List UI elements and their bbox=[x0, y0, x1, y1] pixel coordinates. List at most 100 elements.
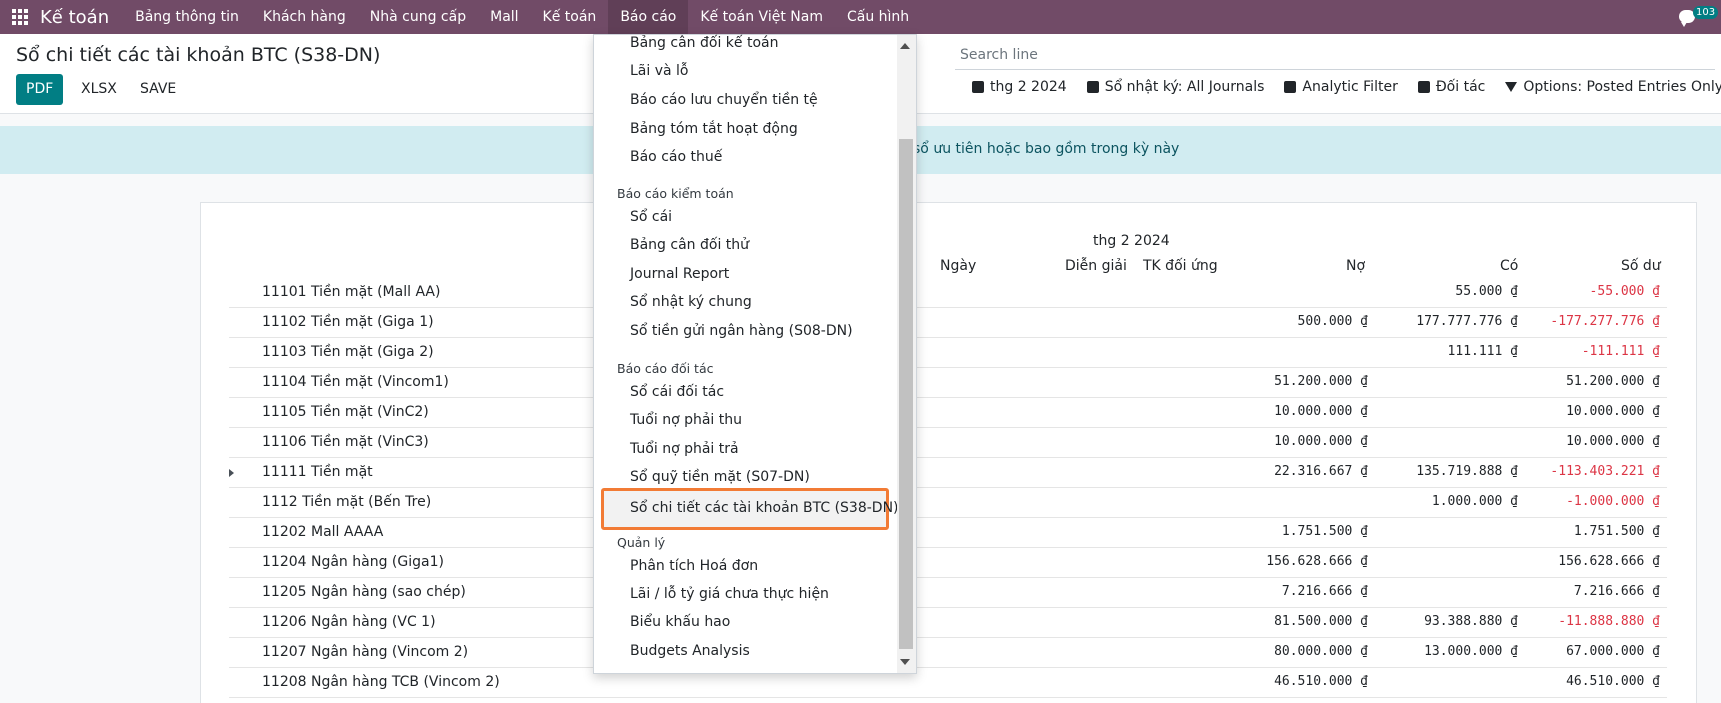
debit-cell: 81.500.000 ₫ bbox=[1274, 614, 1368, 629]
date-filter[interactable]: thg 2 2024 bbox=[972, 79, 1067, 95]
balance-cell: -1.000.000 ₫ bbox=[1566, 494, 1660, 509]
account-label: 11208 Ngân hàng TCB (Vincom 2) bbox=[262, 674, 500, 690]
report-period: thg 2 2024 bbox=[1093, 233, 1170, 249]
account-label: 11105 Tiền mặt (VinC2) bbox=[262, 404, 429, 420]
menu-item-unrealized-gain-loss[interactable]: Lãi / lỗ tỷ giá chưa thực hiện bbox=[630, 586, 829, 602]
table-row[interactable]: 1112 Tiền mặt (Bến Tre) 1.000.000 ₫ -1.0… bbox=[229, 488, 1667, 518]
table-row[interactable]: 11101 Tiền mặt (Mall AA) 55.000 ₫ -55.00… bbox=[229, 278, 1667, 308]
nav-item-reports[interactable]: Báo cáo bbox=[608, 0, 689, 34]
menu-item-executive-summary[interactable]: Bảng tóm tắt hoạt động bbox=[630, 121, 798, 137]
account-label: 11207 Ngân hàng (Vincom 2) bbox=[262, 644, 469, 660]
menu-item-trial-balance[interactable]: Bảng cân đối thử bbox=[630, 237, 749, 253]
xlsx-button[interactable]: XLSX bbox=[71, 74, 127, 105]
table-row[interactable]: 11208 Ngân hàng TCB (Vincom 2) 46.510.00… bbox=[229, 668, 1667, 698]
calendar-icon bbox=[972, 81, 984, 93]
balance-cell: 7.216.666 ₫ bbox=[1573, 584, 1660, 599]
scroll-up-arrow-icon[interactable] bbox=[900, 43, 910, 49]
dropdown-scrollbar-thumb[interactable] bbox=[899, 139, 913, 649]
menu-item-cash-flow[interactable]: Báo cáo lưu chuyển tiền tệ bbox=[630, 92, 818, 108]
debit-cell: 156.628.666 ₫ bbox=[1266, 554, 1368, 569]
account-label: 11104 Tiền mặt (Vincom1) bbox=[262, 374, 449, 390]
pdf-button[interactable]: PDF bbox=[16, 74, 64, 105]
menu-item-balance-sheet[interactable]: Bảng cân đối kế toán bbox=[630, 35, 778, 51]
menu-item-cash-book[interactable]: Sổ quỹ tiền mặt (S07-DN) bbox=[630, 469, 810, 485]
partner-filter[interactable]: Đối tác bbox=[1417, 79, 1485, 95]
balance-cell: -111.111 ₫ bbox=[1581, 344, 1660, 359]
debit-cell: 500.000 ₫ bbox=[1297, 314, 1368, 329]
menu-item-detail-accounts-selected[interactable]: Sổ chi tiết các tài khoản BTC (S38-DN) bbox=[601, 488, 899, 530]
balance-cell: -11.888.880 ₫ bbox=[1558, 614, 1660, 629]
chat-button[interactable]: 103 bbox=[1675, 6, 1719, 28]
analytic-filter-label: Analytic Filter bbox=[1302, 79, 1398, 95]
menu-item-invoice-analysis[interactable]: Phân tích Hoá đơn bbox=[630, 558, 758, 574]
menu-item-profit-loss[interactable]: Lãi và lỗ bbox=[630, 63, 689, 79]
col-header-credit: Có bbox=[1500, 258, 1519, 274]
options-filter[interactable]: Options: Posted Entries Only bbox=[1505, 79, 1721, 95]
reports-dropdown-menu: Bảng cân đối kế toán Lãi và lỗ Báo cáo l… bbox=[593, 34, 917, 674]
menu-item-general-ledger[interactable]: Sổ cái bbox=[630, 209, 672, 225]
account-label: 11204 Ngân hàng (Giga1) bbox=[262, 554, 444, 570]
nav-item-accounting[interactable]: Kế toán bbox=[531, 0, 609, 34]
journals-filter[interactable]: Sổ nhật ký: All Journals bbox=[1086, 79, 1265, 95]
expand-caret-icon[interactable] bbox=[229, 469, 234, 477]
account-label: 1112 Tiền mặt (Bến Tre) bbox=[262, 494, 432, 510]
menu-item-aged-payable[interactable]: Tuổi nợ phải trả bbox=[630, 441, 739, 457]
menu-item-journal-report[interactable]: Journal Report bbox=[630, 266, 729, 282]
table-row[interactable]: 11111 Tiền mặt 22.316.667 ₫ 135.719.888 … bbox=[229, 458, 1667, 488]
col-header-contra-account: TK đối ứng bbox=[1143, 258, 1218, 274]
filter-bar: thg 2 2024 Sổ nhật ký: All Journals Anal… bbox=[972, 79, 1721, 95]
balance-cell: -55.000 ₫ bbox=[1589, 284, 1660, 299]
nav-item-vn-accounting[interactable]: Kế toán Việt Nam bbox=[688, 0, 835, 34]
balance-cell: 1.751.500 ₫ bbox=[1573, 524, 1660, 539]
menu-item-detail-accounts-label: Sổ chi tiết các tài khoản BTC (S38-DN) bbox=[630, 500, 899, 516]
debit-cell: 22.316.667 ₫ bbox=[1274, 464, 1368, 479]
account-label: 11205 Ngân hàng (sao chép) bbox=[262, 584, 466, 600]
table-row[interactable]: 11202 Mall AAAA 1.751.500 ₫ 1.751.500 ₫ bbox=[229, 518, 1667, 548]
table-row[interactable]: 11204 Ngân hàng (Giga1) 156.628.666 ₫ 15… bbox=[229, 548, 1667, 578]
account-label: 11101 Tiền mặt (Mall AA) bbox=[262, 284, 441, 300]
table-row[interactable]: 11106 Tiền mặt (VinC3) 10.000.000 ₫ 10.0… bbox=[229, 428, 1667, 458]
col-header-balance: Số dư bbox=[1621, 258, 1661, 274]
table-row[interactable]: 11207 Ngân hàng (Vincom 2) 80.000.000 ₫ … bbox=[229, 638, 1667, 668]
balance-cell: 10.000.000 ₫ bbox=[1566, 434, 1660, 449]
table-row[interactable]: 11206 Ngân hàng (VC 1) 81.500.000 ₫ 93.3… bbox=[229, 608, 1667, 638]
account-label: 11106 Tiền mặt (VinC3) bbox=[262, 434, 429, 450]
col-header-date: Ngày bbox=[940, 258, 977, 274]
debit-cell: 7.216.666 ₫ bbox=[1281, 584, 1368, 599]
balance-cell: 156.628.666 ₫ bbox=[1558, 554, 1660, 569]
search-line-input[interactable]: Search line bbox=[955, 42, 1715, 70]
balance-cell: 67.000.000 ₫ bbox=[1566, 644, 1660, 659]
menu-item-depreciation-schedule[interactable]: Biểu khấu hao bbox=[630, 614, 730, 630]
date-filter-label: thg 2 2024 bbox=[990, 79, 1067, 95]
menu-item-partner-ledger[interactable]: Sổ cái đối tác bbox=[630, 384, 724, 400]
app-title[interactable]: Kế toán bbox=[40, 7, 109, 28]
nav-item-configuration[interactable]: Cấu hình bbox=[835, 0, 921, 34]
debit-cell: 80.000.000 ₫ bbox=[1274, 644, 1368, 659]
menu-item-bank-book[interactable]: Sổ tiền gửi ngân hàng (S08-DN) bbox=[630, 323, 853, 339]
table-row[interactable]: 11105 Tiền mặt (VinC2) 10.000.000 ₫ 10.0… bbox=[229, 398, 1667, 428]
menu-item-general-journal[interactable]: Sổ nhật ký chung bbox=[630, 294, 752, 310]
debit-cell: 1.751.500 ₫ bbox=[1281, 524, 1368, 539]
journals-filter-label: Sổ nhật ký: All Journals bbox=[1104, 79, 1265, 95]
options-filter-label: Options: Posted Entries Only bbox=[1523, 79, 1721, 95]
menu-item-tax-report[interactable]: Báo cáo thuế bbox=[630, 149, 722, 165]
analytic-filter[interactable]: Analytic Filter bbox=[1284, 79, 1398, 95]
table-row[interactable]: 11103 Tiền mặt (Giga 2) 111.111 ₫ -111.1… bbox=[229, 338, 1667, 368]
table-row[interactable]: 11102 Tiền mặt (Giga 1) 500.000 ₫ 177.77… bbox=[229, 308, 1667, 338]
nav-item-customers[interactable]: Khách hàng bbox=[251, 0, 358, 34]
nav-item-mall[interactable]: Mall bbox=[478, 0, 530, 34]
credit-cell: 13.000.000 ₫ bbox=[1424, 644, 1518, 659]
menu-item-budgets-analysis[interactable]: Budgets Analysis bbox=[630, 643, 750, 659]
nav-item-vendors[interactable]: Nhà cung cấp bbox=[358, 0, 478, 34]
save-button[interactable]: SAVE bbox=[130, 74, 186, 105]
account-label: 11103 Tiền mặt (Giga 2) bbox=[262, 344, 434, 360]
table-row[interactable]: 11104 Tiền mặt (Vincom1) 51.200.000 ₫ 51… bbox=[229, 368, 1667, 398]
apps-grid-icon[interactable] bbox=[12, 9, 28, 25]
account-label: 11111 Tiền mặt bbox=[262, 464, 373, 480]
table-row[interactable]: 11205 Ngân hàng (sao chép) 7.216.666 ₫ 7… bbox=[229, 578, 1667, 608]
menu-item-aged-receivable[interactable]: Tuổi nợ phải thu bbox=[630, 412, 742, 428]
nav-item-dashboard[interactable]: Bảng thông tin bbox=[123, 0, 251, 34]
credit-cell: 93.388.880 ₫ bbox=[1424, 614, 1518, 629]
debit-cell: 46.510.000 ₫ bbox=[1274, 674, 1368, 689]
scroll-down-arrow-icon[interactable] bbox=[900, 659, 910, 665]
